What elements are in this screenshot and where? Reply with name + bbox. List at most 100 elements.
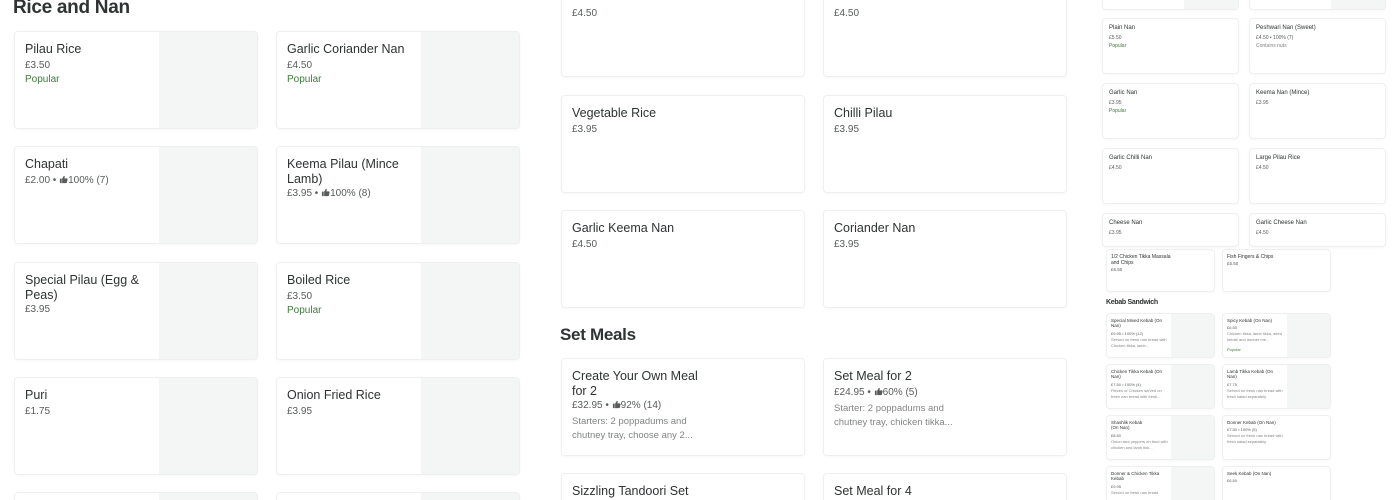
item-price: £9.95 [1111, 484, 1122, 489]
menu-item-card[interactable] [1102, 0, 1239, 10]
menu-item-card[interactable]: Donner & Chicken Tikka Kebab £9.95 Serve… [1106, 466, 1215, 500]
item-image [421, 378, 519, 474]
item-name: Shashlik Kebab (On Nan) [1111, 420, 1143, 431]
menu-item-card[interactable]: Lamb Tikka Kebab (On Nan) £7.75 Served o… [1222, 364, 1331, 409]
item-price: £1.75 [25, 406, 51, 417]
item-price: £6.50 [1111, 267, 1123, 272]
item-image [1171, 365, 1214, 408]
menu-item-card[interactable]: Pilau Rice £3.50 Popular [14, 31, 258, 129]
item-description: Pieces of Chicken served on fresh nan br… [1111, 388, 1162, 399]
item-price: £4.50 [1109, 165, 1122, 171]
item-name: Puri [25, 388, 48, 402]
menu-item-card[interactable]: Garlic Coriander Nan £4.50 Popular [276, 31, 520, 129]
menu-item-card[interactable]: Special Pilau (Egg & Peas) £3.95 [14, 262, 258, 360]
menu-item-card[interactable] [1249, 0, 1386, 10]
menu-item-card[interactable]: Chilli Pilau £3.95 [823, 95, 1067, 193]
item-name: Donner Kebab (On Nan) [1227, 420, 1276, 425]
popular-tag: Popular [1227, 347, 1241, 352]
menu-item-card[interactable]: Vegetable Rice £3.95 [561, 95, 805, 193]
menu-item-card[interactable]: Garlic Cheese Nan £4.50 [1249, 213, 1386, 247]
item-image [421, 493, 519, 500]
menu-item-card[interactable]: Set Meal for 2 £24.95 • 60% (5) Starter:… [823, 358, 1067, 456]
menu-item-card[interactable]: Coriander Nan £3.95 [823, 210, 1067, 308]
menu-item-card[interactable]: Onion Fried Rice £3.95 [276, 377, 520, 475]
item-image [1287, 314, 1330, 357]
menu-item-card[interactable]: Garlic Chilli Nan £4.50 [1102, 148, 1239, 204]
item-price: £3.95 [834, 239, 860, 250]
item-name: Pilau Rice [25, 42, 82, 56]
item-price: £7.75 [1227, 382, 1238, 387]
item-image [1171, 467, 1214, 500]
menu-item-card[interactable] [276, 492, 520, 500]
popular-tag: Popular [1109, 108, 1127, 114]
item-description: Onion and peppers on fried with chicken … [1111, 439, 1168, 450]
menu-item-card[interactable]: Plain Nan £5.50 Popular [1102, 18, 1239, 74]
thumbs-up-icon [874, 387, 883, 399]
item-price: £5.50 [1109, 35, 1122, 41]
item-price: £6.50 [1227, 325, 1238, 330]
menu-item-card[interactable]: Keema Nan (Mince) £3.95 [1249, 83, 1386, 139]
item-description: Chicken tikka, lamb tikka, seed kebab an… [1227, 331, 1282, 342]
menu-item-card[interactable]: Fish Fingers & Chips £5.50 [1222, 249, 1331, 292]
item-price: £6.50 [1227, 478, 1238, 483]
item-price: £4.50 • 100% (7) [1256, 35, 1294, 41]
thumbs-up-icon [612, 400, 621, 412]
item-name: Seek Kebab (On Nan) [1227, 471, 1272, 476]
item-image [159, 263, 257, 359]
menu-item-card[interactable]: Spicy Kebab (On Nan) £6.50 Chicken tikka… [1222, 313, 1331, 358]
item-price: £4.50 [1256, 165, 1269, 171]
menu-item-card[interactable]: Sizzling Tandoori Set [561, 473, 805, 500]
item-price: £4.50 [572, 239, 598, 250]
menu-item-card[interactable]: Special Mixed Kebab (On Nan) £9.95 • 100… [1106, 313, 1215, 358]
item-price: £3.95 • [287, 188, 319, 199]
item-name: Vegetable Rice [572, 106, 657, 120]
menu-item-card[interactable]: Shashlik Kebab (On Nan) £8.50 Onion and … [1106, 415, 1215, 460]
item-name: Garlic Keema Nan [572, 221, 675, 235]
menu-item-card[interactable]: 1/2 Chicken Tikka Massala and Chips £6.5… [1106, 249, 1215, 292]
item-price: £3.95 [572, 124, 598, 135]
menu-item-card[interactable]: Garlic Keema Nan £4.50 [561, 210, 805, 308]
menu-item-card[interactable]: Chapati £2.00 • 100% (7) [14, 146, 258, 244]
menu-item-card[interactable]: Large Pilau Rice £4.50 [1249, 148, 1386, 204]
thumbs-up-icon [321, 188, 330, 200]
menu-item-card[interactable]: Keema Pilau (Mince Lamb) £3.95 • 100% (8… [276, 146, 520, 244]
popular-tag: Popular [287, 74, 322, 85]
item-name: Special Mixed Kebab (On Nan) [1111, 318, 1163, 329]
item-price: £9.95 • 100% (12) [1111, 331, 1144, 336]
menu-item-card[interactable]: Create Your Own Meal for 2 £32.95 • 92% … [561, 358, 805, 456]
item-image [159, 147, 257, 243]
item-name: Keema Nan (Mince) [1256, 90, 1310, 96]
menu-item-card[interactable]: Peshwari Nan (Sweet) £4.50 • 100% (7) Co… [1249, 18, 1386, 74]
menu-item-card[interactable]: Chicken Tikka Kebab (On Nan) £7.50 • 100… [1106, 364, 1215, 409]
item-name: Keema Pilau (Mince Lamb) [287, 157, 399, 186]
menu-item-card[interactable]: Seek Kebab (On Nan) £6.50 [1222, 466, 1331, 500]
item-price: £24.95 • [834, 387, 871, 398]
item-price: £3.95 [25, 304, 51, 315]
menu-item-card[interactable] [14, 492, 258, 500]
item-name: Lamb Tikka Kebab (On Nan) [1227, 369, 1274, 380]
item-price: £3.95 [287, 406, 313, 417]
menu-item-card[interactable]: Garlic Nan £3.95 Popular [1102, 83, 1239, 139]
item-rating: 60% (5) [882, 387, 918, 398]
menu-item-card[interactable]: £4.50 [823, 0, 1067, 77]
menu-item-card[interactable]: Set Meal for 4 [823, 473, 1067, 500]
item-description: Starters: 2 poppadums and chutney tray, … [572, 416, 693, 442]
item-name: Garlic Cheese Nan [1256, 220, 1307, 226]
item-price-rating: £2.00 • 100% (7) [25, 175, 109, 187]
item-price: £32.95 • [572, 400, 609, 411]
item-price: £3.95 [1109, 230, 1122, 236]
item-price: £4.50 [834, 8, 860, 19]
menu-item-card[interactable]: Cheese Nan £3.95 [1102, 213, 1239, 247]
item-name: Set Meal for 2 [834, 369, 912, 383]
item-name: Create Your Own Meal for 2 [572, 369, 698, 398]
menu-item-card[interactable]: £4.50 [561, 0, 805, 77]
menu-item-card[interactable]: Puri £1.75 [14, 377, 258, 475]
item-description: Served on fresh nan bread [1111, 490, 1159, 495]
item-name: Large Pilau Rice [1256, 155, 1301, 161]
item-price: £5.50 [1227, 261, 1239, 266]
menu-item-card[interactable]: Boiled Rice £3.50 Popular [276, 262, 520, 360]
popular-tag: Popular [25, 74, 60, 85]
menu-item-card[interactable]: Donner Kebab (On Nan) £7.50 • 100% (5) S… [1222, 415, 1331, 460]
item-note: Contains nuts [1256, 43, 1287, 49]
item-price: £2.00 • [25, 175, 57, 186]
